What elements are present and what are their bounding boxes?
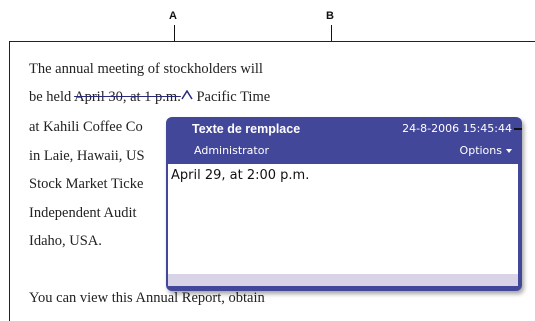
- options-menu-button[interactable]: Options: [460, 144, 502, 157]
- document-line-2-prefix: be held: [29, 89, 75, 105]
- document-line-3: at Kahili Coffee Co: [29, 119, 143, 135]
- document-line-2-suffix: Pacific Time: [192, 89, 271, 105]
- note-timestamp: 24-8-2006 15:45:44: [402, 122, 512, 135]
- document-line-8: You can view this Annual Report, obtain: [29, 290, 265, 306]
- callout-label-a: A: [169, 10, 177, 22]
- minimize-icon[interactable]: [514, 128, 522, 130]
- note-author: Administrator: [194, 144, 269, 157]
- document-line-6: Independent Audit: [29, 205, 137, 221]
- note-title: Texte de remplace: [192, 122, 301, 136]
- insert-caret-icon[interactable]: [181, 90, 193, 101]
- note-text-area[interactable]: April 29, at 2:00 p.m.: [168, 164, 518, 274]
- document-line-2: be held April 30, at 1 p.m. Pacific Time: [29, 89, 270, 106]
- callout-label-b: B: [326, 10, 334, 22]
- chevron-down-icon[interactable]: [506, 149, 512, 153]
- document-line-1: The annual meeting of stockholders will: [29, 61, 263, 77]
- comment-popup[interactable]: Texte de remplace 24-8-2006 15:45:44 Adm…: [166, 117, 522, 291]
- note-resize-bar[interactable]: [168, 274, 518, 286]
- struck-through-text[interactable]: April 30, at 1 p.m.: [74, 89, 181, 105]
- document-line-5: Stock Market Ticke: [29, 176, 144, 192]
- document-line-4: in Laie, Hawaii, US: [29, 148, 145, 164]
- document-line-7: Idaho, USA.: [29, 233, 102, 249]
